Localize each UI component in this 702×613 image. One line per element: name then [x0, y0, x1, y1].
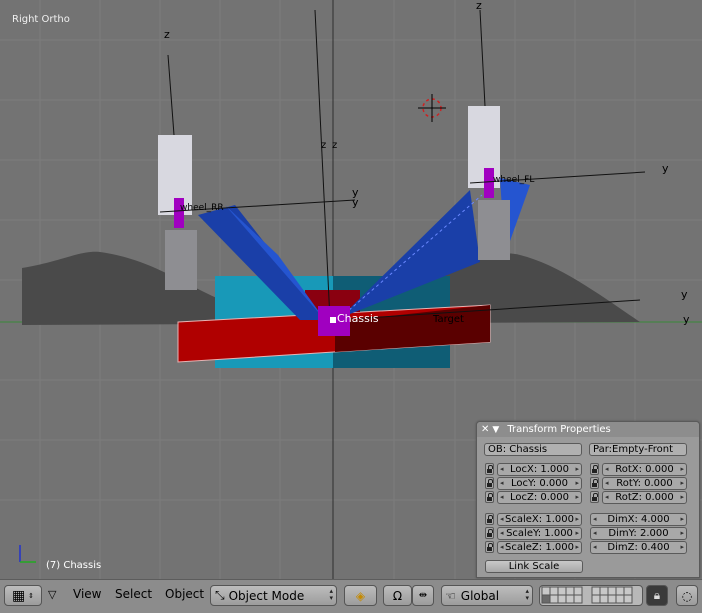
- grid-editor-icon: ▦: [11, 587, 26, 604]
- 3d-cursor-icon[interactable]: [418, 94, 446, 122]
- dim-y-field[interactable]: ◂ DimY: 2.000 ▸: [590, 527, 687, 540]
- active-object-label: (7) Chassis: [46, 560, 102, 571]
- render-icon: ◌: [681, 588, 693, 603]
- editor-type-selector[interactable]: ▦ ⇕: [4, 585, 42, 606]
- right-z-line: [479, 9, 486, 107]
- z-label-2: z: [476, 0, 482, 12]
- menu-select[interactable]: Select: [115, 587, 152, 601]
- lock-icon[interactable]: [590, 491, 599, 503]
- lock-icon[interactable]: [485, 491, 494, 503]
- menu-collapse-triangle-icon[interactable]: ▽: [48, 588, 56, 601]
- lock-icon[interactable]: [485, 513, 494, 525]
- manipulator-toggle[interactable]: ⇹: [412, 585, 434, 606]
- z-label-1: z: [164, 28, 170, 41]
- 3d-view-header: ▦ ⇕ ▽ View Select Object ⤡ Object Mode ▴…: [0, 579, 702, 613]
- lock-icon: 🔒︎: [653, 588, 661, 602]
- chassis-label: Chassis: [337, 312, 379, 325]
- blender-window: z z z z y y y y y Chassis Target wheel_R…: [0, 0, 702, 613]
- panel-title-bar[interactable]: ✕ ▼ Transform Properties: [477, 422, 699, 437]
- object-mode-icon: ⤡: [215, 588, 225, 602]
- pivot-selector[interactable]: Ω: [383, 585, 412, 606]
- updown-arrows-icon: ▴ ▾: [525, 587, 529, 602]
- z-label-4: z: [332, 140, 337, 151]
- panel-title: Transform Properties: [507, 424, 611, 435]
- lock-icon[interactable]: [485, 477, 494, 489]
- wheel-fl-label: wheel_FL: [493, 175, 534, 185]
- manipulator-icon: ⇹: [418, 590, 428, 601]
- y-label-5: y: [352, 196, 359, 209]
- menu-view[interactable]: View: [73, 587, 101, 601]
- loc-y-field[interactable]: ◂ LocY: 0.000 ▸: [497, 477, 582, 490]
- wheel-rr-label: wheel_RR: [180, 203, 224, 213]
- axis-gizmo: [19, 545, 36, 563]
- y-label-3: y: [681, 288, 688, 301]
- updown-arrows-icon: ▴ ▾: [329, 587, 333, 602]
- mode-selector[interactable]: ⤡ Object Mode ▴ ▾: [210, 585, 337, 606]
- transform-properties-panel[interactable]: ✕ ▼ Transform Properties OB: Chassis Par…: [476, 421, 700, 578]
- link-scale-button[interactable]: Link Scale: [485, 560, 583, 573]
- z-label-3: z: [321, 140, 326, 151]
- lock-icon[interactable]: [485, 463, 494, 475]
- 3d-viewport[interactable]: z z z z y y y y y Chassis Target wheel_R…: [0, 0, 702, 579]
- updown-arrows-icon: ⇕: [28, 591, 35, 600]
- collapse-triangle-icon[interactable]: ▼: [492, 425, 499, 435]
- layer-buttons[interactable]: [539, 585, 643, 606]
- menu-object[interactable]: Object: [165, 587, 204, 601]
- parent-field[interactable]: Par:Empty-Front: [589, 443, 687, 456]
- rot-y-field[interactable]: ◂ RotY: 0.000 ▸: [602, 477, 687, 490]
- target-label: Target: [432, 314, 464, 325]
- scale-x-field[interactable]: ◂ ScaleX: 1.000 ▸: [497, 513, 582, 526]
- right-strut-bottom: [478, 200, 510, 260]
- origin-dot: [330, 317, 336, 323]
- hand-icon: ☜: [445, 588, 456, 603]
- orientation-selector[interactable]: ☜ Global ▴ ▾: [441, 585, 533, 606]
- lock-icon[interactable]: [590, 463, 599, 475]
- render-button[interactable]: ◌: [676, 585, 698, 606]
- dim-z-field[interactable]: ◂ DimZ: 0.400 ▸: [590, 541, 687, 554]
- close-icon[interactable]: ✕: [481, 424, 489, 435]
- lock-icon[interactable]: [485, 527, 494, 539]
- loc-x-field[interactable]: ◂ LocX: 1.000 ▸: [497, 463, 582, 476]
- layers-grid-icon: [541, 586, 633, 604]
- left-strut-bottom: [165, 230, 197, 290]
- draw-type-selector[interactable]: ◈: [344, 585, 377, 606]
- loc-z-field[interactable]: ◂ LocZ: 0.000 ▸: [497, 491, 582, 504]
- view-label: Right Ortho: [12, 14, 70, 25]
- pivot-icon: Ω: [392, 588, 403, 603]
- solid-cube-icon: ◈: [355, 588, 366, 603]
- lock-icon[interactable]: [590, 477, 599, 489]
- y-label-2: y: [662, 162, 669, 175]
- lock-icon[interactable]: [485, 541, 494, 553]
- scale-z-field[interactable]: ◂ ScaleZ: 1.000 ▸: [497, 541, 582, 554]
- object-name-field[interactable]: OB: Chassis: [484, 443, 582, 456]
- rot-z-field[interactable]: ◂ RotZ: 0.000 ▸: [602, 491, 687, 504]
- rot-x-field[interactable]: ◂ RotX: 0.000 ▸: [602, 463, 687, 476]
- y-label-4: y: [683, 313, 690, 326]
- center-line: [314, 9, 331, 321]
- left-z-line: [167, 54, 175, 136]
- scale-y-field[interactable]: ◂ ScaleY: 1.000 ▸: [497, 527, 582, 540]
- lock-layers-button[interactable]: 🔒︎: [646, 585, 668, 606]
- dim-x-field[interactable]: ◂ DimX: 4.000 ▸: [590, 513, 687, 526]
